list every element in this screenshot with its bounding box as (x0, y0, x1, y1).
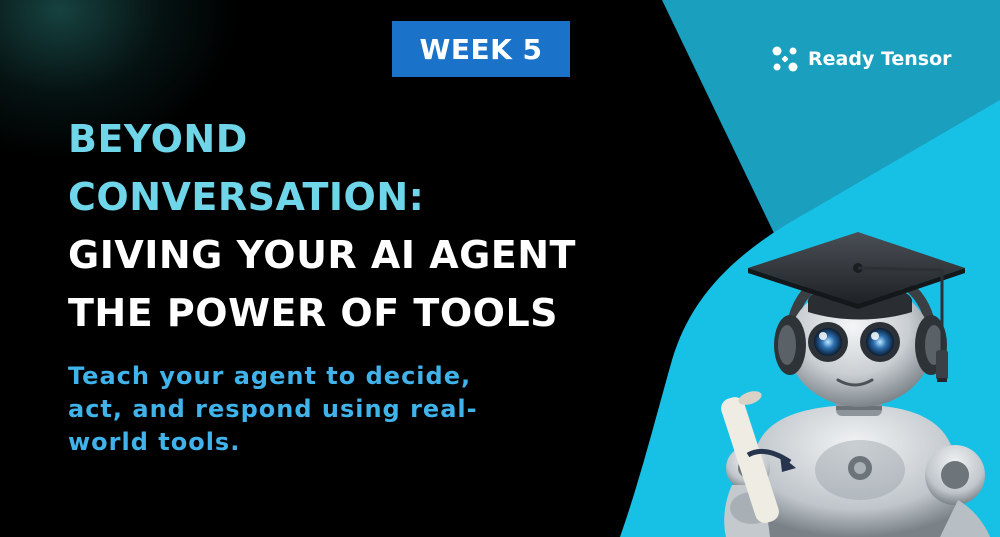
left-eye (814, 328, 842, 356)
graduate-robot-illustration (721, 232, 990, 537)
right-eye (866, 328, 894, 356)
banner: WEEK 5 Ready Tensor BEYOND CONVERSATION:… (0, 0, 1000, 537)
